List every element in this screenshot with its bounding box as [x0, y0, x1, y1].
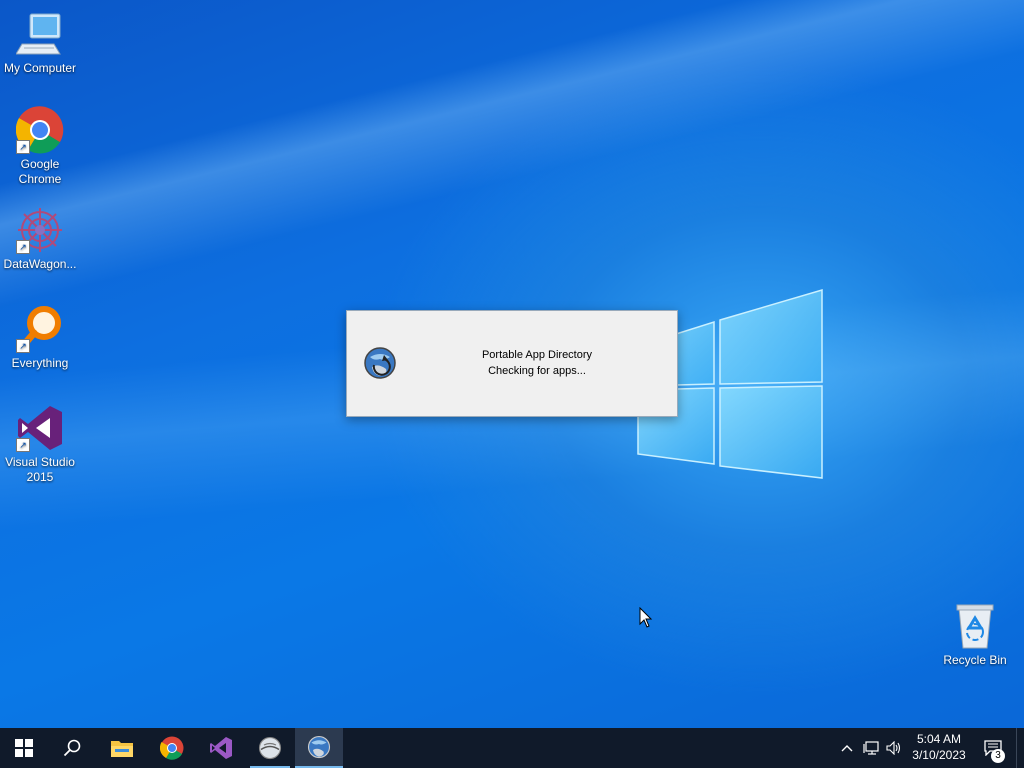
everything-search-icon: ↗: [16, 305, 64, 353]
desktop-icon-label: Visual Studio 2015: [5, 455, 75, 484]
globe-icon: [258, 736, 282, 760]
clock-time: 5:04 AM: [916, 732, 962, 746]
datawagon-icon: ↗: [16, 206, 64, 254]
show-desktop-button[interactable]: [1016, 728, 1024, 768]
dialog-status-line: Checking for apps...: [488, 365, 586, 377]
search-button[interactable]: [48, 728, 96, 768]
search-icon: [63, 739, 81, 757]
desktop-icon-datawagon[interactable]: ↗ DataWagon...: [0, 206, 80, 272]
computer-icon: [15, 10, 64, 58]
desktop-icon-label: My Computer: [3, 61, 77, 75]
chrome-icon: [160, 736, 184, 760]
desktop-icon-everything[interactable]: ↗ Everything: [0, 305, 80, 371]
shortcut-arrow-icon: ↗: [16, 140, 30, 154]
shortcut-arrow-icon: ↗: [16, 339, 30, 353]
show-hidden-icons-button[interactable]: [838, 728, 856, 768]
taskbar-portable-app-directory[interactable]: [295, 728, 343, 768]
start-button[interactable]: [0, 728, 48, 768]
clock[interactable]: 5:04 AM 3/10/2023: [905, 731, 973, 763]
windows-start-icon: [15, 739, 33, 757]
clock-date: 3/10/2023: [912, 748, 966, 762]
desktop-icon-my-computer[interactable]: My Computer: [0, 10, 80, 76]
taskbar-file-explorer[interactable]: [98, 728, 146, 768]
desktop-icon-label: Everything: [11, 356, 69, 370]
taskbar: 5:04 AM 3/10/2023: [0, 728, 1024, 768]
visual-studio-icon: ↗: [16, 404, 64, 452]
folder-icon: [111, 741, 133, 757]
speaker-icon: [886, 741, 901, 755]
chrome-icon: ↗: [15, 106, 64, 154]
portable-app-globe-icon: [364, 347, 396, 379]
desktop-icon-google-chrome[interactable]: ↗ Google Chrome: [0, 106, 80, 187]
visual-studio-icon: [210, 737, 232, 759]
desktop-icon-label: Recycle Bin: [943, 653, 1007, 667]
desktop-icon-label: DataWagon...: [3, 257, 77, 271]
network-icon: [863, 741, 879, 755]
taskbar-visual-studio[interactable]: [197, 728, 245, 768]
dialog-title-line: Portable App Directory: [481, 349, 593, 361]
taskbar-app-globe[interactable]: [246, 728, 294, 768]
dialog-message: Portable App Directory Checking for apps…: [407, 347, 667, 379]
portable-app-globe-icon: [307, 735, 331, 759]
mouse-cursor-icon: [639, 606, 653, 634]
desktop-icon-visual-studio[interactable]: ↗ Visual Studio 2015: [0, 404, 80, 485]
desktop-icon-label: Google Chrome: [18, 157, 62, 186]
action-center-button[interactable]: [978, 728, 1008, 768]
desktop-icon-recycle-bin[interactable]: Recycle Bin: [935, 602, 1015, 668]
portable-app-directory-dialog: Portable App Directory Checking for apps…: [346, 310, 678, 417]
shortcut-arrow-icon: ↗: [16, 240, 30, 254]
taskbar-chrome[interactable]: [148, 728, 196, 768]
chevron-up-icon: [841, 745, 853, 752]
volume-tray-button[interactable]: [884, 728, 904, 768]
notification-count-badge: 3: [991, 749, 1005, 763]
recycle-bin-icon: [951, 602, 999, 650]
shortcut-arrow-icon: ↗: [16, 438, 30, 452]
network-tray-button[interactable]: [860, 728, 882, 768]
